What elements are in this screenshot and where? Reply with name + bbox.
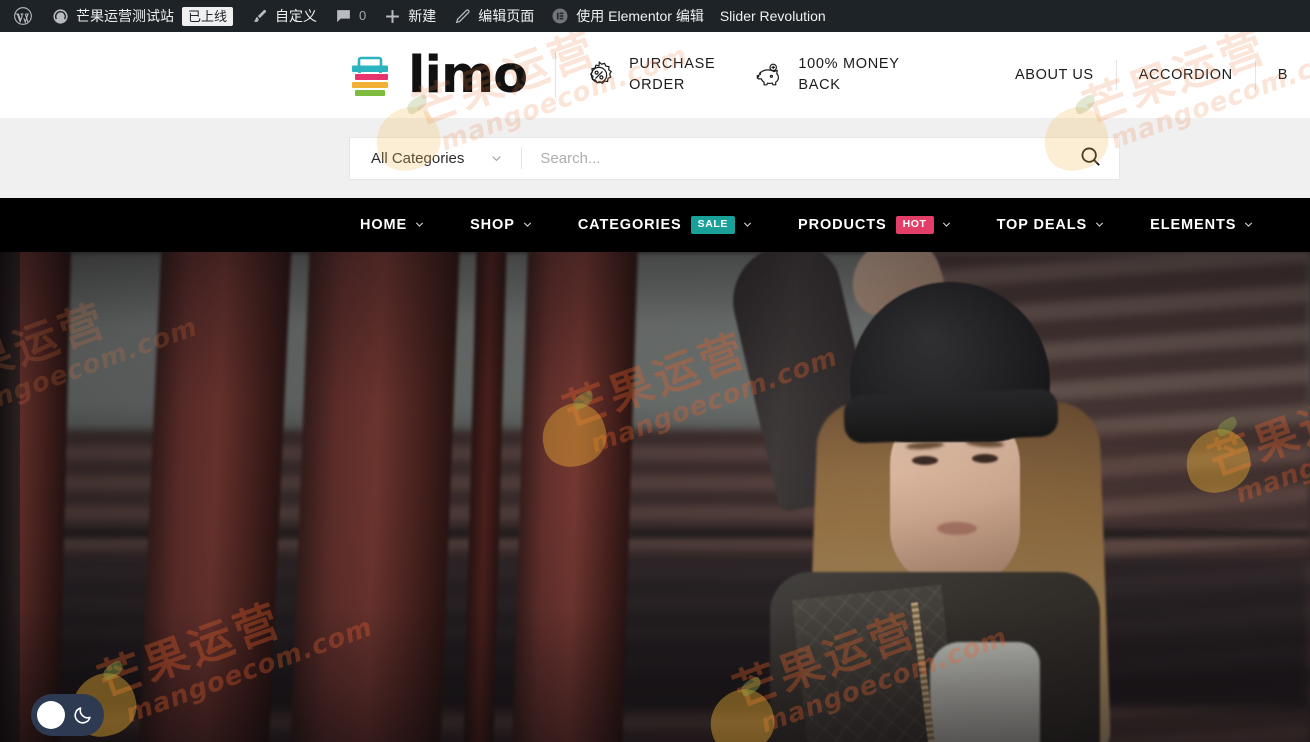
chevron-down-icon: [490, 152, 503, 165]
feature-line-2: ORDER: [629, 77, 686, 93]
adminbar-item-slider-revolution[interactable]: Slider Revolution: [712, 0, 834, 32]
category-select-label: All Categories: [371, 149, 465, 167]
feature-line-1: 100% MONEY: [798, 56, 900, 72]
adminbar-edit-page-label: 编辑页面: [478, 8, 535, 24]
nav-item-categories[interactable]: CATEGORIES SALE: [578, 216, 753, 234]
page-root: 芒果运营测试站 已上线 自定义 0 新建 编辑页面 使用 Elementor 编…: [0, 0, 1310, 742]
category-select[interactable]: All Categories: [350, 138, 521, 179]
adminbar-item-site-name[interactable]: 芒果运营测试站 已上线: [42, 0, 241, 32]
header-link-accordion[interactable]: ACCORDION: [1117, 67, 1255, 83]
header-nav-links: ABOUT US ACCORDION B: [993, 32, 1310, 118]
site-logo-text: limo: [408, 45, 528, 105]
search-bar-row: All Categories: [0, 118, 1310, 198]
dark-mode-toggle[interactable]: [31, 694, 104, 736]
adminbar-item-customize[interactable]: 自定义: [241, 0, 325, 32]
adminbar-slider-revolution-label: Slider Revolution: [719, 8, 826, 24]
search-input[interactable]: [522, 137, 1061, 179]
header-link-truncated[interactable]: B: [1256, 67, 1310, 83]
chevron-down-icon: [1243, 219, 1254, 230]
feature-line-1: PURCHASE: [629, 56, 716, 72]
site-status-badge: 已上线: [182, 6, 234, 26]
nav-item-label: PRODUCTS: [798, 216, 887, 233]
adminbar-item-new-content[interactable]: 新建: [374, 0, 444, 32]
discount-badge-icon: [582, 58, 616, 92]
wordpress-icon: [13, 6, 33, 26]
nav-badge-sale: SALE: [690, 216, 736, 234]
adminbar-item-comments[interactable]: 0: [325, 0, 374, 32]
adminbar-site-name-label: 芒果运营测试站: [76, 8, 174, 24]
chevron-down-icon: [742, 219, 753, 230]
feature-purchase-order[interactable]: PURCHASE ORDER: [582, 54, 715, 96]
site-header: limo PURCHASE ORDER 100% MONEY BACK ABOU…: [0, 32, 1310, 118]
hero-banner[interactable]: [0, 252, 1310, 742]
adminbar-new-label: 新建: [408, 8, 437, 24]
main-navigation-list: HOME SHOP CATEGORIES SALE PRODUCTS HOT T…: [360, 216, 1299, 234]
pencil-icon: [452, 6, 472, 26]
chevron-down-icon: [414, 219, 425, 230]
nav-item-label: TOP DEALS: [996, 216, 1088, 233]
nav-item-home[interactable]: HOME: [360, 217, 425, 233]
comment-count: 0: [359, 8, 367, 23]
sun-icon: [37, 701, 65, 729]
feature-money-back[interactable]: 100% MONEY BACK: [751, 54, 899, 96]
nav-badge-hot: HOT: [895, 216, 934, 234]
feature-line-2: BACK: [798, 77, 841, 93]
nav-item-label: ELEMENTS: [1150, 216, 1237, 233]
elementor-icon: [550, 6, 570, 26]
search-submit-button[interactable]: [1061, 138, 1119, 179]
search-box: All Categories: [349, 136, 1120, 180]
dashboard-icon: [50, 6, 70, 26]
brush-icon: [249, 6, 269, 26]
feature-money-back-label: 100% MONEY BACK: [798, 54, 899, 96]
header-divider: [555, 52, 557, 98]
nav-item-products[interactable]: PRODUCTS HOT: [798, 216, 952, 234]
nav-item-elements[interactable]: ELEMENTS: [1150, 217, 1254, 233]
comment-icon: [333, 6, 353, 26]
shopping-basket-icon: [346, 53, 394, 97]
adminbar-customize-label: 自定义: [275, 8, 318, 24]
adminbar-item-wp-logo[interactable]: [6, 0, 42, 32]
feature-purchase-order-label: PURCHASE ORDER: [629, 54, 715, 96]
wp-admin-bar: 芒果运营测试站 已上线 自定义 0 新建 编辑页面 使用 Elementor 编…: [0, 0, 1310, 32]
adminbar-item-elementor[interactable]: 使用 Elementor 编辑: [542, 0, 712, 32]
chevron-down-icon: [522, 219, 533, 230]
moon-icon: [72, 705, 93, 726]
nav-item-label: CATEGORIES: [577, 216, 682, 233]
nav-item-label: SHOP: [470, 216, 515, 233]
adminbar-elementor-label: 使用 Elementor 编辑: [576, 8, 704, 24]
header-link-about-us[interactable]: ABOUT US: [993, 67, 1116, 83]
nav-item-label: HOME: [360, 216, 408, 233]
chevron-down-icon: [941, 219, 952, 230]
nav-item-top-deals[interactable]: TOP DEALS: [997, 217, 1106, 233]
chevron-down-icon: [1094, 219, 1105, 230]
adminbar-item-edit-page[interactable]: 编辑页面: [444, 0, 542, 32]
hero-image: [0, 252, 1310, 742]
magnifier-icon: [1079, 145, 1102, 171]
main-navigation: HOME SHOP CATEGORIES SALE PRODUCTS HOT T…: [0, 198, 1310, 252]
piggy-bank-icon: [751, 58, 785, 92]
plus-icon: [382, 6, 402, 26]
nav-item-shop[interactable]: SHOP: [470, 217, 533, 233]
site-logo[interactable]: limo: [346, 45, 528, 105]
